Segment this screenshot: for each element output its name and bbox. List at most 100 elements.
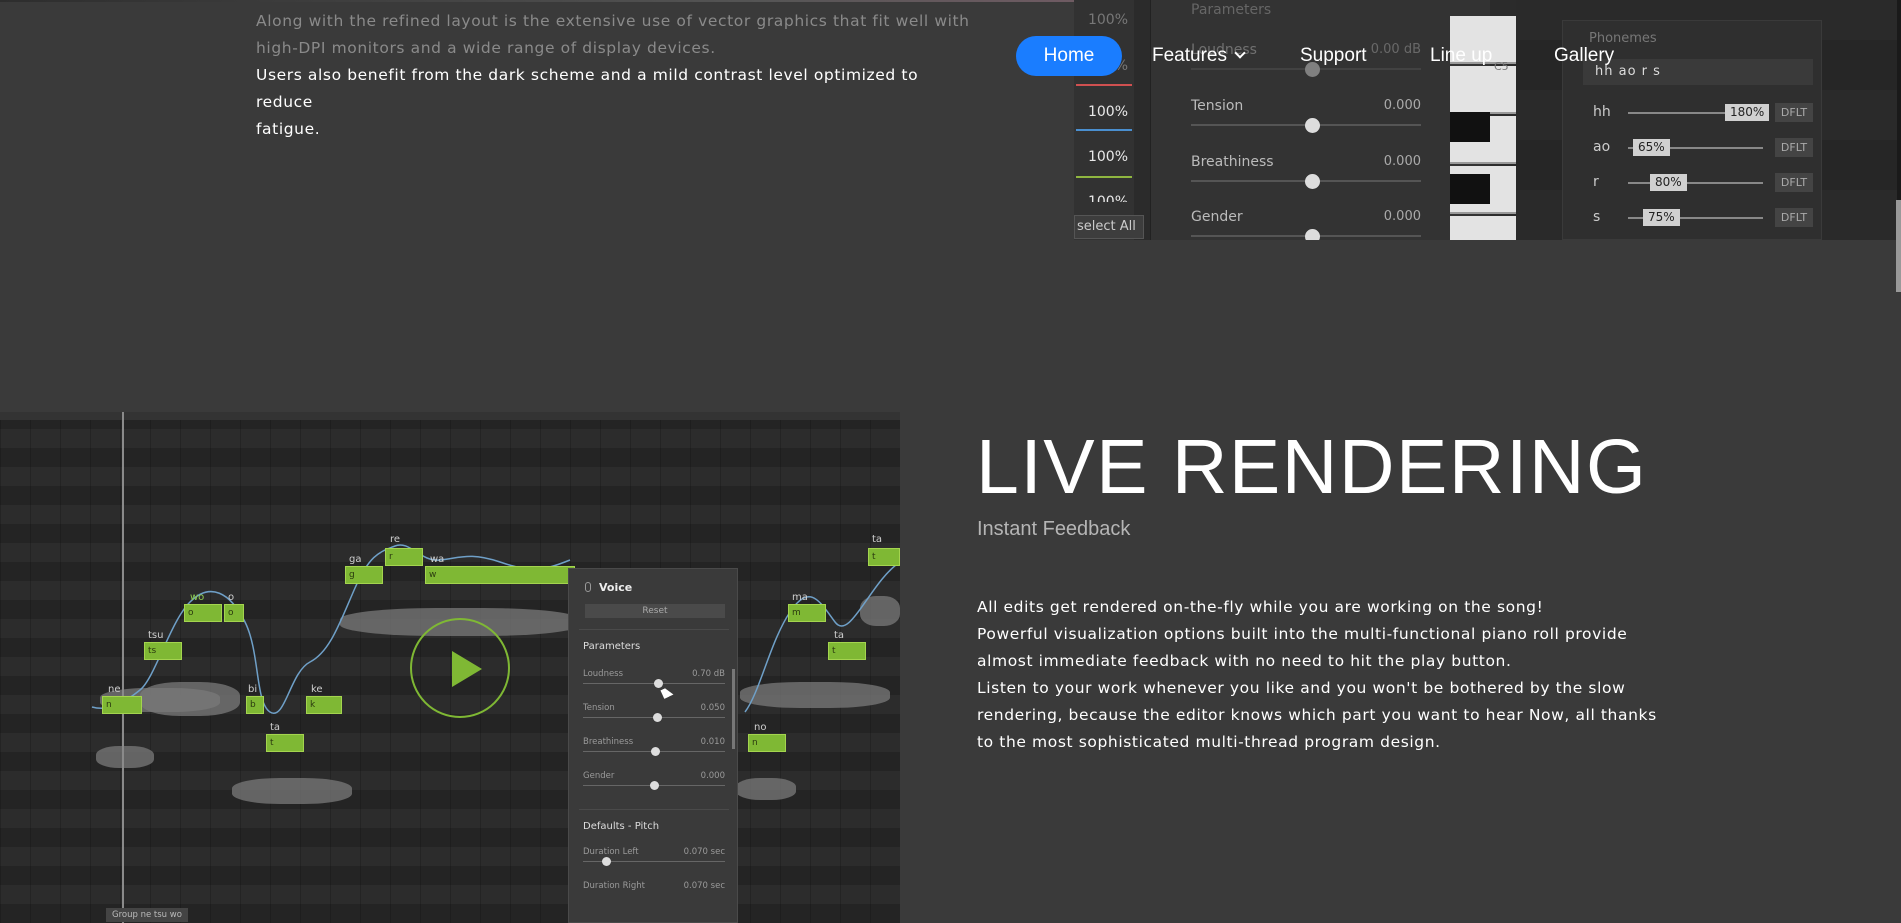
param-slider-knob (654, 679, 663, 688)
param-label: Breathiness (583, 737, 634, 747)
voice-panel-scrollbar (732, 669, 735, 749)
nav-home[interactable]: Home (1016, 36, 1122, 76)
voice-param-tension: Tension 0.050 (583, 703, 725, 733)
group-label: Group ne tsu wo (106, 908, 188, 922)
page-scrollbar[interactable] (1896, 200, 1901, 292)
note-lyric: ma (792, 592, 808, 603)
note-block: m (788, 604, 826, 622)
param-label: Gender (1191, 209, 1243, 225)
note-lyric: wa (430, 554, 445, 565)
track-volume: 100% (1087, 149, 1128, 165)
param-value: 0.000 (1383, 209, 1421, 224)
phoneme-value: 180% (1725, 104, 1770, 121)
param-label: Duration Right (583, 881, 646, 891)
intro-line: fatigue. (256, 120, 321, 138)
intro-paragraph: Along with the refined layout is the ext… (256, 8, 976, 143)
track-color-line (1076, 84, 1132, 86)
voice-param-loudness: Loudness 0.70 dB (583, 669, 725, 699)
param-label: Tension (1191, 98, 1244, 114)
note-block: o (184, 604, 222, 622)
default-duration-left: Duration Left 0.070 sec (583, 847, 725, 877)
select-all-button: select All (1074, 215, 1144, 239)
nav-support[interactable]: Support (1300, 36, 1367, 76)
body-line: to the most sophisticated multi-thread p… (977, 733, 1441, 751)
black-key (1450, 174, 1490, 204)
nav-features-label: Features (1152, 45, 1227, 66)
phoneme-row: ao 65% DFLT (1583, 136, 1813, 160)
microphone-icon (585, 582, 591, 592)
voice-panel-title: Voice (599, 581, 633, 594)
play-icon (452, 651, 482, 687)
note-lyric: ne (108, 684, 121, 695)
note-lyric: wo (190, 592, 205, 603)
phoneme-slider-track (1628, 182, 1763, 184)
note-lyric: bi (248, 684, 258, 695)
note-block: g (345, 566, 383, 584)
voice-param-breathiness: Breathiness 0.010 (583, 737, 725, 767)
param-label: Gender (583, 771, 615, 781)
piano-roll-screenshot: ne tsu wo o bi ta ke ga re wa no ma ta t… (0, 412, 900, 923)
intro-line: high-DPI monitors and a wide range of di… (256, 39, 716, 57)
note-lyric: ta (834, 630, 845, 641)
param-value: 0.000 (1383, 154, 1421, 169)
param-value: 0.70 dB (692, 669, 725, 679)
body-line: Listen to your work whenever you like an… (977, 679, 1626, 697)
white-key (1450, 216, 1516, 240)
note-lyric: tsu (148, 630, 164, 641)
track-volume: 100% (1087, 194, 1128, 202)
phoneme-row: r 80% DFLT (1583, 171, 1813, 195)
default-button: DFLT (1775, 173, 1813, 192)
voice-panel: Voice Reset Parameters Loudness 0.70 dB … (568, 568, 738, 923)
phonemes-field: hh ao r s (1583, 59, 1813, 85)
parameters-heading: Parameters (1191, 2, 1272, 18)
note-block: n (102, 696, 142, 714)
note-block: k (306, 696, 342, 714)
note-block: r (385, 548, 423, 566)
black-key (1450, 112, 1490, 142)
param-row-breathiness: Breathiness 0.000 (1191, 154, 1421, 194)
phoneme-value: 65% (1633, 139, 1670, 156)
note-block: n (748, 734, 786, 752)
param-label: Tension (583, 703, 615, 713)
body-line: Powerful visualization options built int… (977, 625, 1628, 643)
param-label: Duration Left (583, 847, 639, 857)
param-value: 0.070 sec (683, 847, 725, 857)
note-lyric: ga (349, 554, 362, 565)
phoneme-label: hh (1593, 104, 1611, 120)
phoneme-label: ao (1593, 139, 1611, 155)
nav-gallery[interactable]: Gallery (1554, 36, 1614, 76)
param-value: 0.010 (700, 737, 725, 747)
note-lyric: o (228, 592, 235, 603)
note-lyric: ta (270, 722, 281, 733)
note-block: t (828, 642, 866, 660)
nav-line-up[interactable]: Line up (1430, 36, 1492, 76)
divider (579, 629, 729, 630)
nav-features[interactable]: Features (1152, 36, 1246, 76)
track-color-line (1076, 176, 1132, 178)
note-lyric: re (390, 534, 401, 545)
param-value: 0.000 (1383, 98, 1421, 113)
voice-param-gender: Gender 0.000 (583, 771, 725, 801)
phoneme-row: s 75% DFLT (1583, 206, 1813, 230)
param-value: 0.000 (700, 771, 725, 781)
section-body: All edits get rendered on-the-fly while … (977, 594, 1657, 756)
param-slider-knob (650, 781, 659, 790)
note-block: w (425, 566, 575, 584)
phoneme-label: s (1593, 209, 1601, 225)
param-slider-knob (1305, 174, 1320, 189)
param-value: 0.050 (700, 703, 725, 713)
note-lyric: no (754, 722, 767, 733)
section-subtitle: Instant Feedback (977, 518, 1131, 540)
phoneme-label: r (1593, 174, 1599, 190)
param-slider-knob (602, 857, 611, 866)
intro-line: Along with the refined layout is the ext… (256, 12, 970, 30)
track-color-line (1076, 129, 1132, 131)
param-value: 0.070 sec (683, 881, 725, 891)
param-slider-knob (1305, 229, 1320, 240)
chevron-down-icon (1234, 47, 1246, 59)
note-block: t (868, 548, 900, 566)
phoneme-value: 75% (1643, 209, 1680, 226)
param-value: 0.00 dB (1370, 42, 1421, 57)
divider (579, 809, 729, 810)
param-row-tension: Tension 0.000 (1191, 98, 1421, 138)
